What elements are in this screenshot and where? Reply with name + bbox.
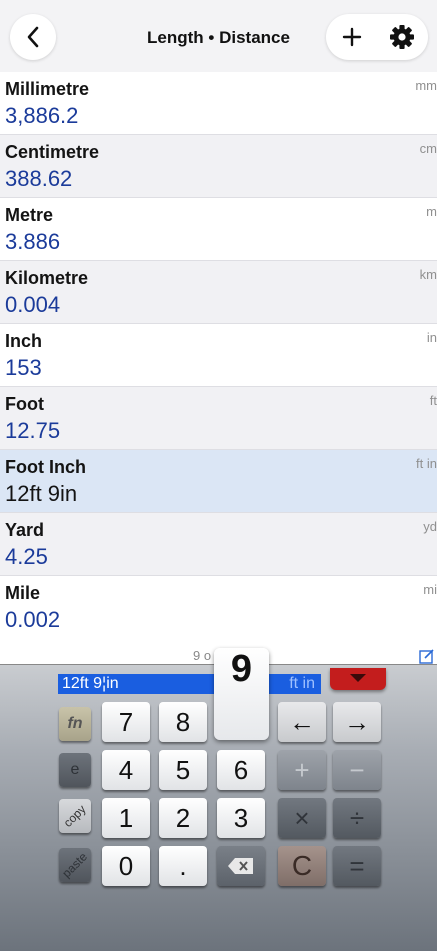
unit-name: Mile — [5, 583, 41, 603]
unit-symbol: km — [419, 267, 437, 282]
unit-row-centimetre[interactable]: Centimetre 388.62 cm — [0, 135, 437, 198]
divide-key[interactable]: ÷ — [333, 798, 381, 838]
unit-row-metre[interactable]: Metre 3.886 m — [0, 198, 437, 261]
display-value: 12ft 9¦in — [62, 675, 119, 692]
unit-symbol: mi — [423, 582, 437, 597]
backspace-icon — [228, 858, 253, 874]
nav-header: Length • Distance — [0, 0, 437, 72]
unit-value: 4.25 — [5, 544, 48, 569]
unit-name: Kilometre — [5, 268, 89, 288]
cursor-right-key[interactable]: → — [333, 702, 381, 742]
unit-row-foot[interactable]: Foot 12.75 ft — [0, 387, 437, 450]
unit-value: 0.002 — [5, 607, 61, 632]
unit-symbol: yd — [423, 519, 437, 534]
unit-name: Yard — [5, 520, 45, 540]
chevron-down-icon — [350, 674, 366, 682]
edit-icon[interactable] — [419, 648, 435, 664]
unit-symbol: m — [426, 204, 437, 219]
copy-label: copy — [61, 802, 89, 830]
key-dot[interactable]: . — [159, 846, 207, 886]
unit-row-kilometre[interactable]: Kilometre 0.004 km — [0, 261, 437, 324]
unit-value: 3,886.2 — [5, 103, 79, 128]
unit-value: 153 — [5, 355, 42, 380]
footer-text: 9 o — [193, 648, 212, 663]
unit-row-millimetre[interactable]: Millimetre 3,886.2 mm — [0, 72, 437, 135]
unit-symbol: ft in — [416, 456, 437, 471]
plus-key[interactable]: + — [278, 750, 326, 790]
unit-value: 12ft 9in — [5, 481, 78, 506]
cursor-left-key[interactable]: ← — [278, 702, 326, 742]
settings-button[interactable] — [384, 19, 420, 55]
plus-icon — [342, 27, 362, 47]
unit-row-foot-inch[interactable]: Foot Inch 12ft 9in ft in — [0, 450, 437, 513]
unit-row-yard[interactable]: Yard 4.25 yd — [0, 513, 437, 576]
paste-label: paste — [59, 849, 91, 881]
unit-name: Foot — [5, 394, 44, 414]
key-3[interactable]: 3 — [217, 798, 265, 838]
unit-name: Foot Inch — [5, 457, 86, 477]
fn-key[interactable]: fn — [59, 707, 91, 741]
gear-icon — [390, 25, 414, 49]
unit-symbol: cm — [419, 141, 437, 156]
backspace-key[interactable] — [217, 846, 265, 886]
equals-key[interactable]: = — [333, 846, 381, 886]
display-unit: ft in — [289, 675, 315, 692]
paste-key[interactable]: paste — [59, 848, 91, 882]
key-1[interactable]: 1 — [102, 798, 150, 838]
unit-symbol: ft — [429, 393, 437, 408]
key-0[interactable]: 0 — [102, 846, 150, 886]
dismiss-keypad-button[interactable] — [330, 668, 386, 690]
unit-symbol: in — [426, 330, 437, 345]
minus-key[interactable]: − — [333, 750, 381, 790]
e-key[interactable]: e — [59, 753, 91, 787]
key-7[interactable]: 7 — [102, 702, 150, 742]
key-4[interactable]: 4 — [102, 750, 150, 790]
unit-symbol: mm — [415, 78, 437, 93]
key-5[interactable]: 5 — [159, 750, 207, 790]
unit-name: Millimetre — [5, 79, 90, 99]
copy-key[interactable]: copy — [59, 799, 91, 833]
unit-name: Centimetre — [5, 142, 100, 162]
unit-row-mile[interactable]: Mile 0.002 mi — [0, 576, 437, 639]
unit-name: Inch — [5, 331, 43, 351]
key-6[interactable]: 6 — [217, 750, 265, 790]
unit-list: Millimetre 3,886.2 mm Centimetre 388.62 … — [0, 72, 437, 639]
clear-key[interactable]: C — [278, 846, 326, 886]
unit-value: 0.004 — [5, 292, 61, 317]
add-button[interactable] — [334, 19, 370, 55]
unit-value: 12.75 — [5, 418, 61, 443]
key-9-popup[interactable]: 9 — [214, 648, 269, 740]
key-8[interactable]: 8 — [159, 702, 207, 742]
unit-name: Metre — [5, 205, 54, 225]
popup-label: 9 — [230, 648, 253, 690]
multiply-key[interactable]: × — [278, 798, 326, 838]
input-display[interactable]: 12ft 9¦in ft in — [58, 674, 321, 694]
header-actions — [326, 14, 428, 60]
unit-value: 3.886 — [5, 229, 61, 254]
unit-value: 388.62 — [5, 166, 73, 191]
key-2[interactable]: 2 — [159, 798, 207, 838]
unit-row-inch[interactable]: Inch 153 in — [0, 324, 437, 387]
